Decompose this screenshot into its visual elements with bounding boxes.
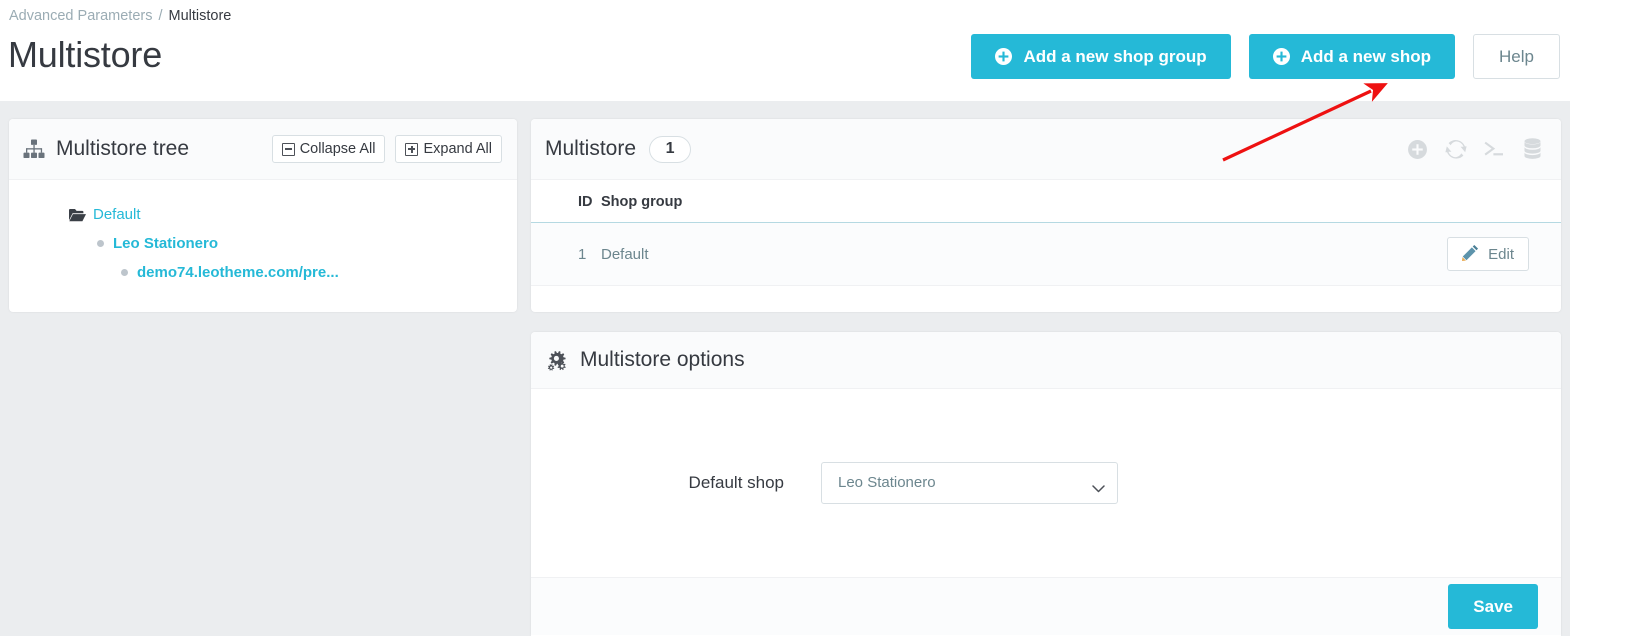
tree-header-buttons: Collapse All Expand All [271,135,502,163]
multistore-tree-card: Multistore tree Collapse All Expand All [9,119,517,312]
multistore-options-title: Multistore options [580,348,745,371]
plus-circle-icon [995,48,1013,65]
multistore-tree-header: Multistore tree Collapse All Expand All [9,119,517,180]
edit-button[interactable]: Edit [1447,237,1529,271]
table-header-row: ID Shop group [531,180,1561,223]
breadcrumb-separator: / [158,8,163,24]
pencil-icon [1462,244,1479,265]
shop-group-table: ID Shop group 1 Default Edit [531,180,1561,286]
page-header: Advanced Parameters / Multistore Multistor… [0,0,1570,101]
column-header-actions [1001,180,1561,223]
refresh-icon[interactable] [1445,139,1467,160]
table-row[interactable]: 1 Default Edit [531,222,1561,286]
multistore-tree-body: Default Leo Stationero demo74.leotheme.c… [9,180,517,287]
save-button[interactable]: Save [1448,584,1538,629]
add-new-shop-group-label: Add a new shop group [1023,46,1207,66]
collapse-all-label: Collapse All [299,141,376,157]
add-new-shop-label: Add a new shop [1300,46,1432,66]
panel-tools [1407,138,1543,160]
multistore-tree-title: Multistore tree [56,137,190,160]
expand-all-button[interactable]: Expand All [395,135,502,163]
minus-square-icon [281,142,295,156]
default-shop-form-row: Default shop Leo Stationero [531,462,1561,504]
cell-id: 1 [531,222,601,286]
sitemap-icon [23,139,45,159]
multistore-list-header: Multistore 1 [531,119,1561,180]
screen: Advanced Parameters / Multistore Multistor… [0,0,1637,636]
multistore-options-card: Multistore options Default shop Leo Stat… [531,332,1561,636]
header-actions: Add a new shop group Add a new shop Help [971,34,1560,79]
tree-node[interactable]: demo74.leotheme.com/pre... [9,258,517,287]
breadcrumb-current: Multistore [168,8,232,24]
database-icon[interactable] [1522,138,1543,160]
breadcrumb: Advanced Parameters / Multistore [9,8,231,24]
add-new-shop-button[interactable]: Add a new shop [1248,34,1456,79]
edit-button-label: Edit [1488,245,1514,263]
default-shop-select-wrapper: Leo Stationero [821,462,1118,504]
table-body: 1 Default Edit [531,222,1561,286]
multistore-options-body: Default shop Leo Stationero [531,389,1561,577]
plus-square-icon [405,142,419,156]
help-button[interactable]: Help [1473,34,1560,79]
column-header-id: ID [531,180,601,223]
cell-actions: Edit [1001,222,1561,286]
add-new-shop-group-button[interactable]: Add a new shop group [971,34,1231,79]
folder-open-icon [69,208,86,222]
multistore-list-title: Multistore [545,137,637,160]
expand-all-label: Expand All [423,141,492,157]
dot-icon [97,240,104,247]
add-circle-icon[interactable] [1407,139,1428,160]
dot-icon [121,269,128,276]
table-head: ID Shop group [531,180,1561,223]
tree-node[interactable]: Default [9,200,517,229]
multistore-options-footer: Save [531,577,1561,635]
collapse-all-button[interactable]: Collapse All [271,135,386,163]
tree-node[interactable]: Leo Stationero [9,229,517,258]
default-shop-label: Default shop [688,473,784,492]
cogs-icon [545,350,568,371]
right-blank-strip [1570,0,1637,636]
multistore-options-header: Multistore options [531,332,1561,389]
tree-node-label[interactable]: Leo Stationero [113,235,218,252]
default-shop-select[interactable]: Leo Stationero [821,462,1118,504]
terminal-icon[interactable] [1484,141,1505,158]
tree-node-label[interactable]: Default [93,206,141,223]
multistore-list-card: Multistore 1 ID Shop group 1 Default Edi… [531,119,1561,312]
breadcrumb-parent[interactable]: Advanced Parameters [9,8,152,24]
column-header-shop-group: Shop group [601,180,1002,223]
cell-shop-group: Default [601,222,1002,286]
multistore-count-badge: 1 [649,135,692,163]
tree-node-label[interactable]: demo74.leotheme.com/pre... [137,264,339,281]
page-title: Multistore [8,34,163,75]
plus-circle-icon [1272,48,1290,65]
content-area: Multistore tree Collapse All Expand All [0,101,1570,636]
